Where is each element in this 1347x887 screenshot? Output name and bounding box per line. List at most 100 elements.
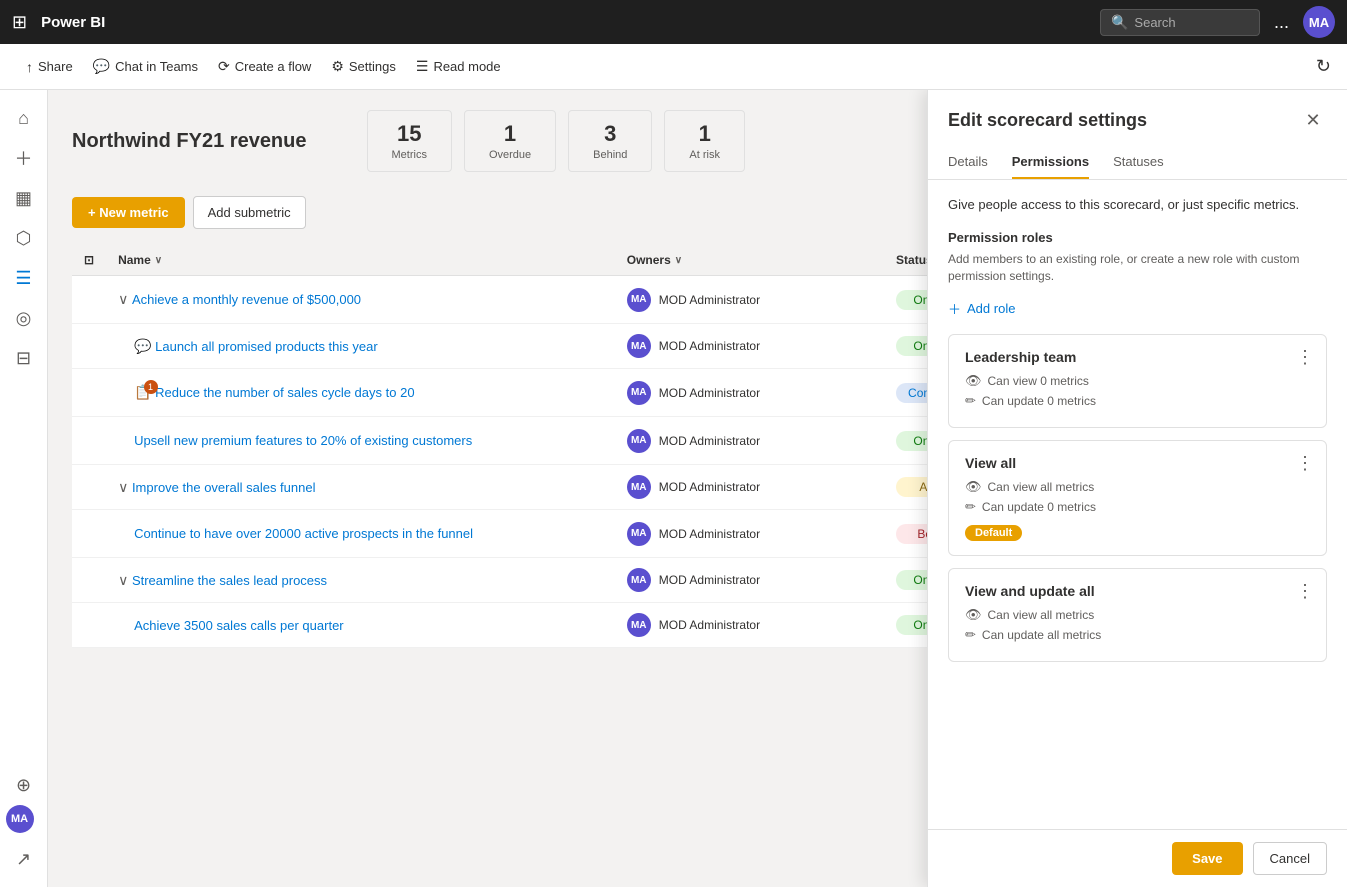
new-metric-button[interactable]: + New metric xyxy=(72,197,185,228)
owner-name: MOD Administrator xyxy=(659,573,760,587)
metric-name-link[interactable]: Launch all promised products this year xyxy=(155,339,378,354)
owner-cell: MA MOD Administrator xyxy=(615,276,884,324)
metric-name-link[interactable]: Achieve a monthly revenue of $500,000 xyxy=(132,292,361,307)
flow-icon: ⟳ xyxy=(218,58,230,75)
owner-avatar: MA xyxy=(627,522,651,546)
owner-cell: MA MOD Administrator xyxy=(615,603,884,648)
role-name-view-update-all: View and update all xyxy=(965,583,1310,599)
edit-icon-1: ✏ xyxy=(965,499,976,515)
panel-footer: Save Cancel xyxy=(928,829,1347,887)
chat-note-icon[interactable]: 💬 xyxy=(134,338,151,354)
name-cell: 💬 Launch all promised products this year xyxy=(106,324,615,369)
add-submetric-button[interactable]: Add submetric xyxy=(193,196,306,229)
filter-col-header[interactable]: ⊡ xyxy=(72,245,106,276)
panel-tabs: Details Permissions Statuses xyxy=(928,134,1347,180)
role-card-view-all: View all 👁 Can view all metrics ✏ Can up… xyxy=(948,440,1327,556)
permission-roles-desc: Add members to an existing role, or crea… xyxy=(948,251,1327,285)
sidebar-item-learn[interactable]: ⊕ xyxy=(6,767,42,803)
refresh-icon[interactable]: ↻ xyxy=(1316,56,1331,77)
name-cell: ∨ Achieve a monthly revenue of $500,000 xyxy=(106,276,615,324)
stat-metrics: 15 Metrics xyxy=(367,110,452,172)
row-indicator xyxy=(72,276,106,324)
role-menu-button-2[interactable]: ⋮ xyxy=(1296,581,1314,602)
add-role-button[interactable]: ＋ Add role xyxy=(948,299,1327,318)
panel-description: Give people access to this scorecard, or… xyxy=(948,196,1327,214)
share-button[interactable]: ↑ Share xyxy=(16,53,83,81)
owner-name: MOD Administrator xyxy=(659,527,760,541)
read-mode-button[interactable]: ☰ Read mode xyxy=(406,52,511,81)
role-view-row-2: 👁 Can view all metrics xyxy=(965,607,1310,623)
role-menu-button-1[interactable]: ⋮ xyxy=(1296,453,1314,474)
expand-icon[interactable]: ∨ xyxy=(118,291,128,307)
role-name-view-all: View all xyxy=(965,455,1310,471)
sidebar-item-create[interactable]: ＋ xyxy=(6,140,42,176)
owner-avatar: MA xyxy=(627,381,651,405)
stat-at-risk: 1 At risk xyxy=(664,110,745,172)
create-flow-button[interactable]: ⟳ Create a flow xyxy=(208,52,321,81)
role-menu-button-0[interactable]: ⋮ xyxy=(1296,347,1314,368)
edit-icon-2: ✏ xyxy=(965,627,976,643)
sidebar-avatar[interactable]: MA xyxy=(6,805,34,833)
tab-permissions[interactable]: Permissions xyxy=(1012,146,1089,179)
owner-name: MOD Administrator xyxy=(659,618,760,632)
role-edit-row-0: ✏ Can update 0 metrics xyxy=(965,393,1310,409)
panel-header: Edit scorecard settings ✕ xyxy=(928,90,1347,134)
more-options-icon[interactable]: ... xyxy=(1274,12,1289,33)
tab-details[interactable]: Details xyxy=(948,146,988,179)
panel-close-button[interactable]: ✕ xyxy=(1299,106,1327,134)
tab-statuses[interactable]: Statuses xyxy=(1113,146,1164,179)
eye-icon: 👁 xyxy=(965,373,982,389)
panel-title: Edit scorecard settings xyxy=(948,110,1291,131)
top-nav: ⊞ Power BI 🔍 ... MA xyxy=(0,0,1347,44)
metric-name-link[interactable]: Continue to have over 20000 active prosp… xyxy=(134,526,473,541)
owner-cell: MA MOD Administrator xyxy=(615,417,884,465)
permission-roles-title: Permission roles xyxy=(948,230,1327,245)
eye-icon-1: 👁 xyxy=(965,479,982,495)
name-col-header[interactable]: Name ∨ xyxy=(106,245,615,276)
expand-icon[interactable]: ∨ xyxy=(118,572,128,588)
plus-icon: ＋ xyxy=(948,299,961,318)
role-edit-row-2: ✏ Can update all metrics xyxy=(965,627,1310,643)
settings-button[interactable]: ⚙ Settings xyxy=(321,52,406,81)
metric-name-link[interactable]: Upsell new premium features to 20% of ex… xyxy=(134,433,472,448)
main-layout: ⌂ ＋ ▦ ⬡ ☰ ◎ ⊟ ⊕ MA ↗ Northwind FY21 reve… xyxy=(0,90,1347,887)
role-view-row-0: 👁 Can view 0 metrics xyxy=(965,373,1310,389)
row-indicator xyxy=(72,558,106,603)
sidebar-item-home[interactable]: ⌂ xyxy=(6,100,42,136)
owner-avatar: MA xyxy=(627,475,651,499)
sidebar-item-arrow[interactable]: ↗ xyxy=(6,841,42,877)
sidebar-item-apps[interactable]: ⊟ xyxy=(6,340,42,376)
scorecard-title: Northwind FY21 revenue xyxy=(72,130,307,153)
name-cell: Achieve 3500 sales calls per quarter xyxy=(106,603,615,648)
name-cell: Continue to have over 20000 active prosp… xyxy=(106,510,615,558)
eye-icon-2: 👁 xyxy=(965,607,982,623)
metric-name-link[interactable]: Achieve 3500 sales calls per quarter xyxy=(134,618,344,633)
metric-name-link[interactable]: Improve the overall sales funnel xyxy=(132,480,316,495)
metric-name-link[interactable]: Streamline the sales lead process xyxy=(132,573,327,588)
share-icon: ↑ xyxy=(26,59,33,75)
row-indicator xyxy=(72,417,106,465)
expand-icon[interactable]: ∨ xyxy=(118,479,128,495)
sidebar-item-browse[interactable]: ▦ xyxy=(6,180,42,216)
readmode-icon: ☰ xyxy=(416,58,429,75)
row-indicator xyxy=(72,369,106,417)
user-avatar[interactable]: MA xyxy=(1303,6,1335,38)
settings-icon: ⚙ xyxy=(331,58,344,75)
name-cell: 📋1 Reduce the number of sales cycle days… xyxy=(106,369,615,417)
role-card-view-update-all: View and update all 👁 Can view all metri… xyxy=(948,568,1327,662)
edit-icon: ✏ xyxy=(965,393,976,409)
owners-col-header[interactable]: Owners ∨ xyxy=(615,245,884,276)
save-button[interactable]: Save xyxy=(1172,842,1242,875)
sidebar-item-scorecard[interactable]: ☰ xyxy=(6,260,42,296)
metric-name-link[interactable]: Reduce the number of sales cycle days to… xyxy=(155,385,414,400)
sidebar-item-data-hub[interactable]: ⬡ xyxy=(6,220,42,256)
search-icon: 🔍 xyxy=(1111,14,1128,31)
search-box[interactable]: 🔍 xyxy=(1100,9,1260,36)
note-icon[interactable]: 📋1 xyxy=(134,384,151,401)
chat-in-teams-button[interactable]: 💬 Chat in Teams xyxy=(83,52,208,81)
grid-icon[interactable]: ⊞ xyxy=(12,12,27,33)
search-input[interactable] xyxy=(1134,15,1249,30)
sidebar-item-goals[interactable]: ◎ xyxy=(6,300,42,336)
cancel-button[interactable]: Cancel xyxy=(1253,842,1327,875)
owner-cell: MA MOD Administrator xyxy=(615,558,884,603)
